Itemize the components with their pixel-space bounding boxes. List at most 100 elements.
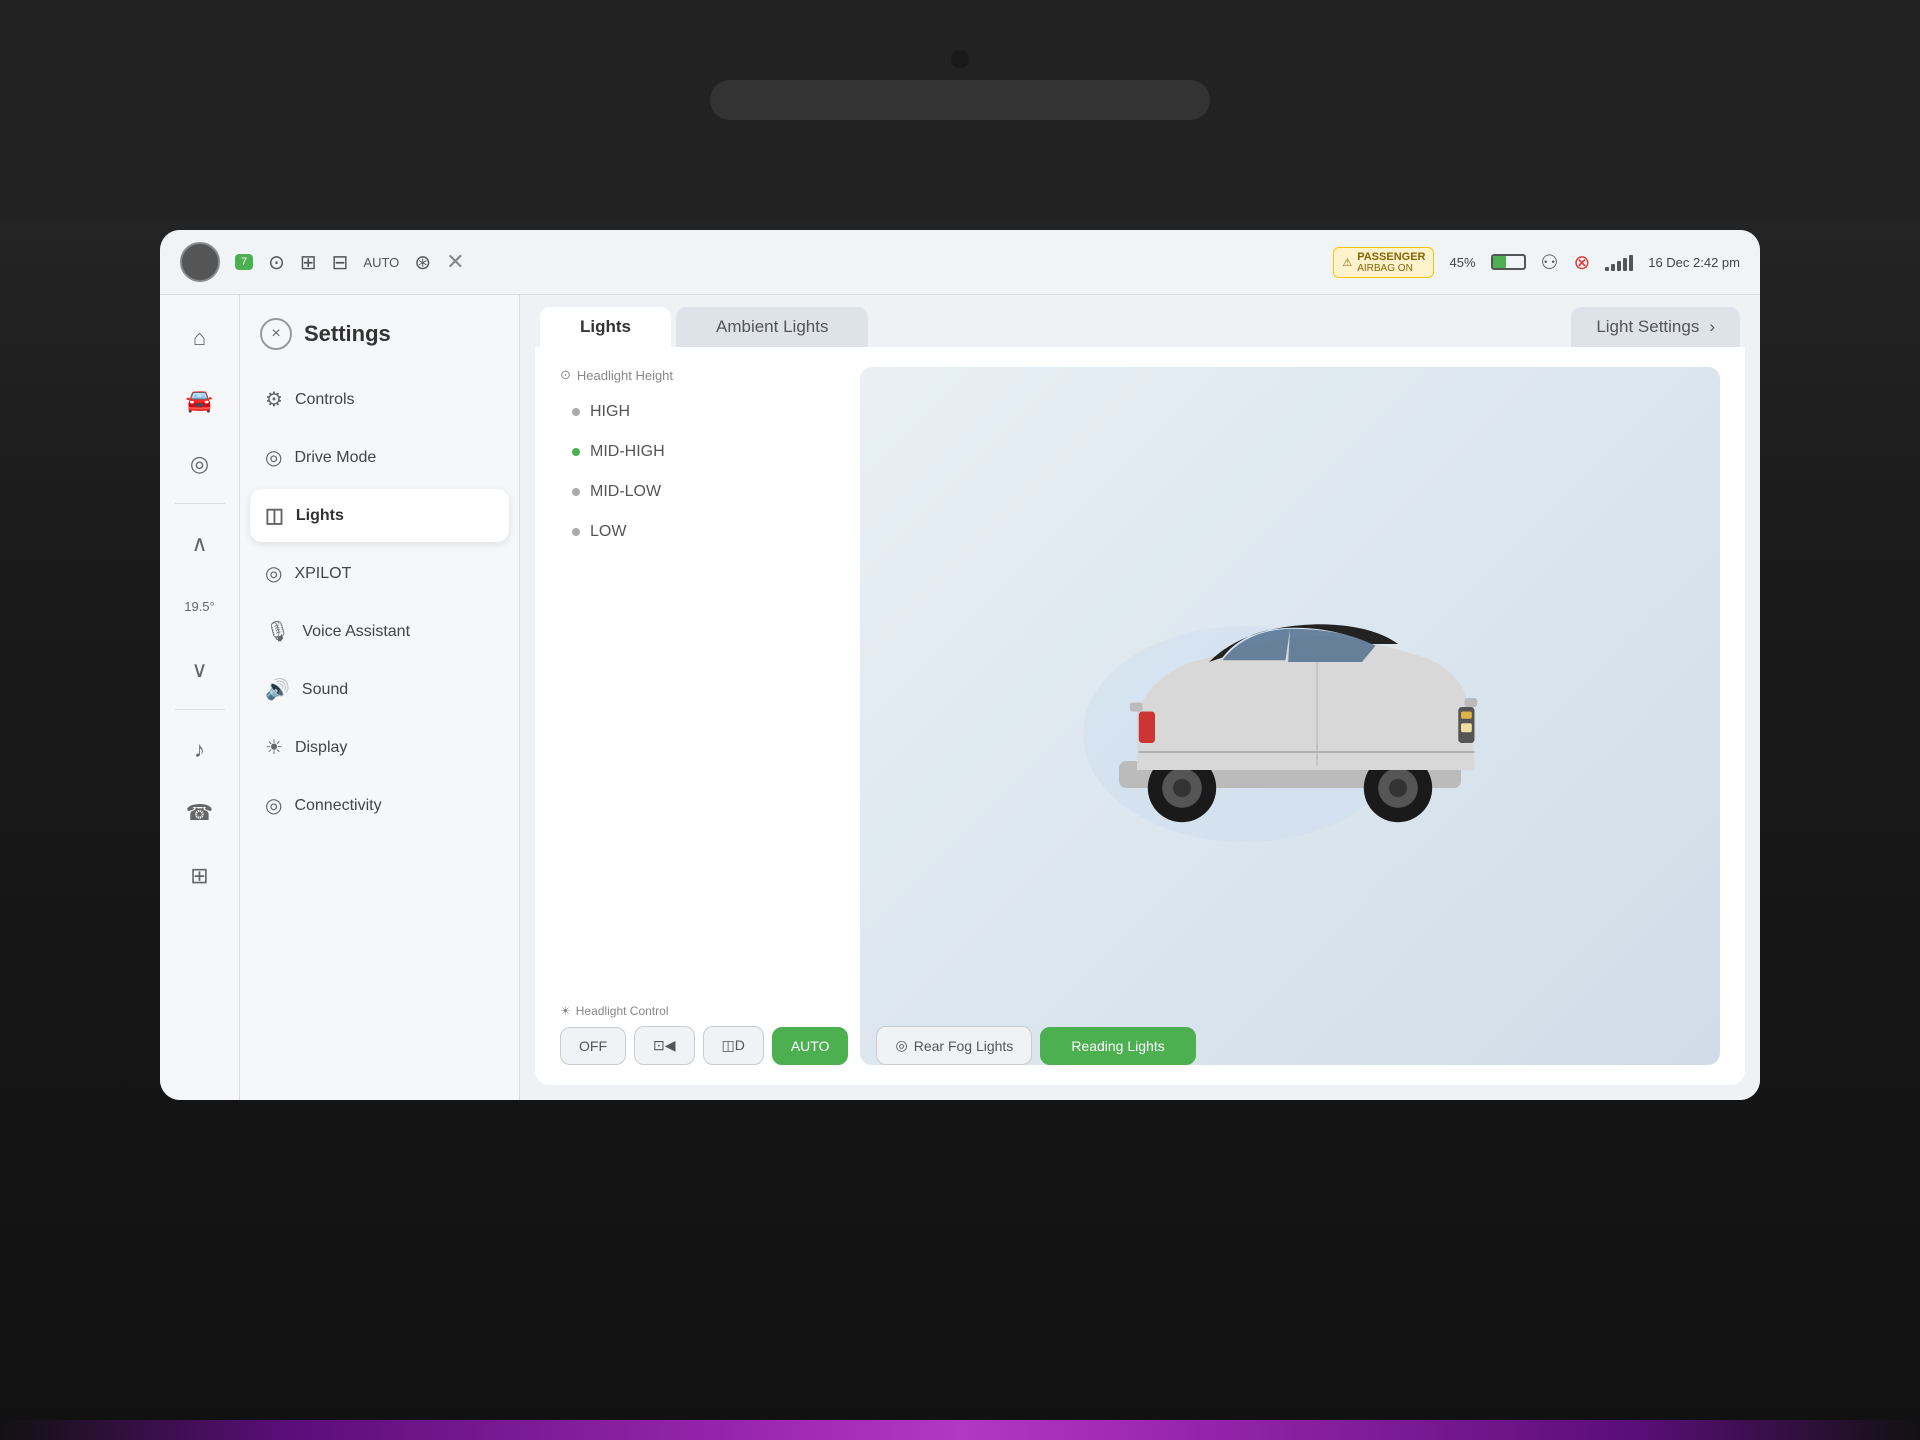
dipped-icon: ⊡◀ bbox=[653, 1037, 676, 1054]
reading-lights-button[interactable]: Reading Lights bbox=[1040, 1027, 1195, 1065]
signal-bar-5 bbox=[1629, 255, 1633, 271]
phone-icon: ☎ bbox=[186, 800, 213, 826]
sidebar-item-temperature[interactable]: 19.5° bbox=[170, 579, 230, 634]
home-icon: ⌂ bbox=[193, 325, 206, 351]
content-area: Lights Ambient Lights Light Settings › bbox=[520, 295, 1760, 1100]
headlight-height-label: ⊙ Headlight Height bbox=[560, 367, 840, 383]
auto-icon: AUTO bbox=[363, 255, 399, 270]
sidebar-item-car[interactable]: 🚘 bbox=[170, 373, 230, 428]
lights-label: Lights bbox=[296, 507, 344, 525]
height-option-high[interactable]: HIGH bbox=[560, 393, 840, 431]
height-options: HIGH MID-HIGH MID-LOW bbox=[560, 393, 840, 551]
sound-icon: 🔊 bbox=[265, 677, 290, 702]
display-area: 7 ⊙ ⊞ ⊟ AUTO ⊛ ✕ ⚠ PASSENGER AIRBAG ON 4… bbox=[160, 230, 1760, 1100]
music-icon: ♪ bbox=[194, 737, 205, 763]
sound-label: Sound bbox=[302, 681, 348, 699]
avatar bbox=[180, 242, 220, 282]
bluetooth-icon: ⚇ bbox=[1541, 250, 1559, 275]
rear-fog-lights-button[interactable]: ◎ Rear Fog Lights bbox=[876, 1026, 1032, 1065]
status-left: 7 ⊙ ⊞ ⊟ AUTO ⊛ ✕ bbox=[180, 242, 465, 282]
lights-icon: ◫ bbox=[265, 503, 284, 528]
voice-label: Voice Assistant bbox=[302, 623, 410, 641]
light-content-panel: ⊙ Headlight Height HIGH MID-H bbox=[535, 347, 1745, 1085]
menu-item-controls[interactable]: ⚙ Controls bbox=[250, 373, 509, 426]
mic-icon: ⊙ bbox=[268, 250, 285, 275]
headlight-control-buttons: OFF ⊡◀ ◫D AUTO bbox=[560, 1026, 1720, 1065]
datetime: 16 Dec 2:42 pm bbox=[1648, 255, 1740, 270]
chevron-up-icon: ∧ bbox=[191, 531, 207, 557]
arrow-icon: › bbox=[1709, 317, 1715, 337]
sidebar-item-apps[interactable]: ⊞ bbox=[170, 848, 230, 903]
headlight-height-icon: ⊙ bbox=[560, 367, 571, 383]
height-dot-high bbox=[572, 408, 580, 416]
grid-icon: ⊟ bbox=[332, 250, 349, 275]
sidebar-item-phone[interactable]: ☎ bbox=[170, 785, 230, 840]
screen-bezel: 7 ⊙ ⊞ ⊟ AUTO ⊛ ✕ ⚠ PASSENGER AIRBAG ON 4… bbox=[0, 0, 1920, 1440]
menu-item-sound[interactable]: 🔊 Sound bbox=[250, 663, 509, 716]
connectivity-icon: ◎ bbox=[265, 793, 282, 818]
display-icon: ☀ bbox=[265, 735, 283, 760]
battery-icon bbox=[1491, 254, 1526, 270]
height-option-mid-high[interactable]: MID-HIGH bbox=[560, 433, 840, 471]
settings-panel: × Settings ⚙ Controls ◎ Drive Mode ◫ Lig… bbox=[240, 295, 520, 1100]
sidebar-item-music[interactable]: ♪ bbox=[170, 722, 230, 777]
signal-bar-4 bbox=[1623, 258, 1627, 271]
headlight-full-button[interactable]: ◫D bbox=[703, 1026, 764, 1065]
menu-item-drivemode[interactable]: ◎ Drive Mode bbox=[250, 431, 509, 484]
height-dot-mid-low bbox=[572, 488, 580, 496]
signal-bar-1 bbox=[1605, 267, 1609, 271]
top-bezel bbox=[0, 0, 1920, 220]
tab-ambient-lights[interactable]: Ambient Lights bbox=[676, 307, 868, 347]
sidebar-item-home[interactable]: ⌂ bbox=[170, 310, 230, 365]
settings-close-button[interactable]: × bbox=[260, 318, 292, 350]
drivemode-icon: ◎ bbox=[265, 445, 282, 470]
sidebar-item-expand-up[interactable]: ∧ bbox=[170, 516, 230, 571]
tab-lights[interactable]: Lights bbox=[540, 307, 671, 347]
menu-item-display[interactable]: ☀ Display bbox=[250, 721, 509, 774]
headlight-control-section: ☀ Headlight Control OFF ⊡◀ ◫D bbox=[560, 1004, 1720, 1065]
sun-icon: ☀ bbox=[560, 1004, 571, 1018]
menu-item-xpilot[interactable]: ◎ XPILOT bbox=[250, 547, 509, 600]
battery-pct: 45% bbox=[1449, 255, 1475, 270]
headlight-auto-button[interactable]: AUTO bbox=[772, 1027, 849, 1065]
sidebar-item-steering[interactable]: ◎ bbox=[170, 436, 230, 491]
menu-item-voice[interactable]: 🎙 Voice Assistant bbox=[250, 605, 509, 658]
signal-bar-3 bbox=[1617, 261, 1621, 271]
no-signal-icon: ⊗ bbox=[1573, 250, 1590, 275]
light-controls: ⊙ Headlight Height HIGH MID-H bbox=[560, 367, 840, 1065]
fog-icon: ◎ bbox=[895, 1037, 907, 1054]
camera-dot bbox=[951, 50, 969, 68]
xpilot-label: XPILOT bbox=[294, 565, 351, 583]
controls-label: Controls bbox=[295, 391, 355, 409]
full-beam-icon: ◫D bbox=[722, 1037, 745, 1054]
speaker-bar bbox=[710, 80, 1210, 120]
sidebar-divider-2 bbox=[175, 709, 225, 710]
headlight-control-label: ☀ Headlight Control bbox=[560, 1004, 1720, 1018]
car-icon: 🚘 bbox=[186, 388, 213, 414]
close-icon[interactable]: ✕ bbox=[446, 249, 464, 275]
main-content: ⌂ 🚘 ◎ ∧ 19.5° ∨ bbox=[160, 295, 1760, 1100]
headlight-off-button[interactable]: OFF bbox=[560, 1027, 626, 1065]
notification-badge: 7 bbox=[235, 254, 253, 270]
apps-icon: ⊞ bbox=[190, 863, 208, 889]
menu-item-lights[interactable]: ◫ Lights bbox=[250, 489, 509, 542]
signal-bars bbox=[1605, 253, 1633, 271]
tab-light-settings[interactable]: Light Settings › bbox=[1571, 307, 1740, 347]
battery-fill bbox=[1493, 256, 1507, 268]
voice-icon: 🎙 bbox=[265, 619, 290, 644]
headlight-dipped-button[interactable]: ⊡◀ bbox=[634, 1026, 695, 1065]
settings-title: Settings bbox=[304, 321, 391, 347]
fan-icon: ⊛ bbox=[414, 250, 431, 275]
height-option-low[interactable]: LOW bbox=[560, 513, 840, 551]
drivemode-label: Drive Mode bbox=[294, 449, 376, 467]
signal-bar-2 bbox=[1611, 264, 1615, 271]
sidebar-item-expand-down[interactable]: ∨ bbox=[170, 642, 230, 697]
car-visualization bbox=[860, 367, 1720, 1065]
height-option-mid-low[interactable]: MID-LOW bbox=[560, 473, 840, 511]
menu-item-connectivity[interactable]: ◎ Connectivity bbox=[250, 779, 509, 832]
climate-icon: ⊞ bbox=[300, 250, 317, 275]
connectivity-label: Connectivity bbox=[294, 797, 381, 815]
temperature-icon: 19.5° bbox=[184, 599, 215, 614]
airbag-label: PASSENGER bbox=[1357, 251, 1425, 263]
chevron-down-icon: ∨ bbox=[191, 657, 207, 683]
